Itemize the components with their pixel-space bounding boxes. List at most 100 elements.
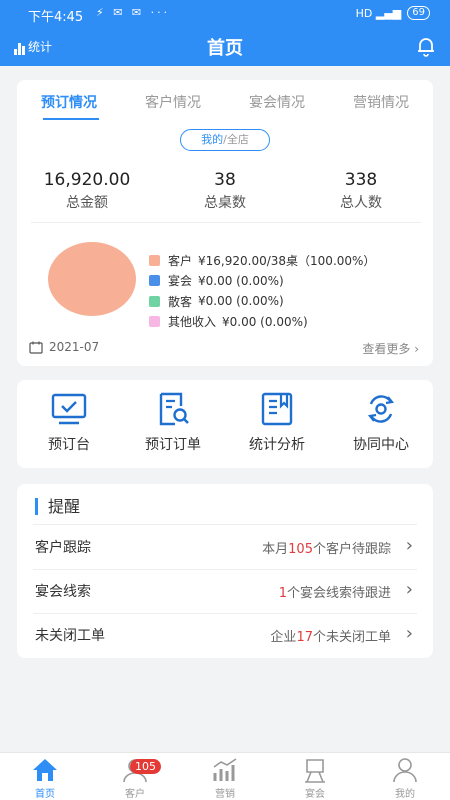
legend-item: 散客 ¥0.00 (0.00%) [149,291,375,312]
reminder-label: 未关闭工单 [35,628,105,644]
stat-label: 总人数 [340,195,382,211]
summary-card: 预订情况 客户情况 宴会情况 营销情况 我的/全店 16,920.00 总金额 … [17,80,433,366]
banquet-icon [305,759,325,783]
page-title: 首页 [207,38,243,59]
tab-marketing[interactable]: 营销情况 [329,92,433,112]
notification-icons: ⚡ ✉ ✉ ··· [96,6,171,19]
reminder-count: 1 [278,586,287,601]
home-icon [33,759,57,781]
pie-chart [48,242,136,316]
legend-item: 宴会 ¥0.00 (0.00%) [149,271,375,292]
stat-value: 338 [344,170,378,190]
customer-count-badge: 105 [130,759,161,774]
reminder-label: 客户跟踪 [35,540,91,556]
view-more-label: 查看更多 [362,342,411,356]
legend-item: 客户 ¥16,920.00/38桌（100.00%） [149,250,375,271]
reminder-suffix: 个宴会线索待跟进 [286,586,391,601]
top-app-bar: 下午4:45 ⚡ ✉ ✉ ··· HD ▂▄▆ 69 统计 首页 [0,0,450,66]
quick-action-statistics[interactable]: 统计分析 [225,392,329,454]
stat-value: 38 [214,170,236,190]
reminder-count: 105 [288,542,313,557]
nav-label: 客户 [125,789,145,800]
quick-action-label: 预订订单 [145,437,201,453]
reminder-row-open-tickets[interactable]: 未关闭工单 企业17个未关闭工单 › [17,613,433,657]
reminder-prefix: 本月 [262,542,289,557]
scope-toggle[interactable]: 我的/全店 [180,129,270,151]
reminder-description: 企业17个未关闭工单 [270,626,391,645]
nav-label: 营销 [215,789,235,800]
chevron-right-icon: › [405,623,413,644]
stat-total-tables: 38 总桌数 [155,170,295,212]
divider [31,222,421,223]
bottom-nav: 首页 客户 营销 宴会 我的 105 [0,752,450,800]
tab-banquet[interactable]: 宴会情况 [225,92,329,112]
stat-label: 总桌数 [204,195,246,211]
legend-swatch [149,316,160,328]
signal-icon: HD ▂▄▆ [355,6,402,20]
reminder-suffix: 个未关闭工单 [312,630,391,645]
legend-swatch [149,254,160,266]
battery-icon: 69 [407,6,430,20]
reminder-description: 1个宴会线索待跟进 [279,582,391,601]
date-label: 2021-07 [49,340,100,354]
reminder-prefix: 企业 [270,630,297,645]
stat-value: 16,920.00 [43,170,131,190]
legend-value: ¥16,920.00/38桌（100.00%） [198,253,376,268]
nav-marketing[interactable]: 营销 [180,757,270,800]
chevron-right-icon: › [414,342,419,356]
status-bar: 下午4:45 ⚡ ✉ ✉ ··· HD ▂▄▆ 69 [0,0,450,28]
quick-action-label: 协同中心 [353,437,409,453]
legend-item: 其他收入 ¥0.00 (0.00%) [149,312,375,333]
legend-value: ¥0.00 (0.00%) [198,294,284,309]
profile-icon [393,758,417,783]
reminder-row-customer-tracking[interactable]: 客户跟踪 本月105个客户待跟踪 › [17,525,433,569]
legend-label: 散客 [168,294,193,309]
view-more-link[interactable]: 查看更多 › [362,340,419,357]
chart-legend: 客户 ¥16,920.00/38桌（100.00%） 宴会 ¥0.00 (0.00%)… [149,250,375,332]
stat-total-amount: 16,920.00 总金额 [17,170,157,212]
tab-customer[interactable]: 客户情况 [121,92,225,112]
nav-label: 首页 [35,789,55,800]
quick-action-label: 统计分析 [249,437,305,453]
legend-value: ¥0.00 (0.00%) [198,273,284,288]
chevron-right-icon: › [405,535,413,556]
nav-row: 统计 首页 [0,30,450,64]
scope-all-store[interactable]: 全店 [227,133,249,146]
reminder-label: 宴会线索 [35,584,91,600]
stat-total-people: 338 总人数 [291,170,431,212]
reminder-description: 本月105个客户待跟踪 [262,538,391,557]
quick-action-label: 预订台 [48,437,90,453]
reminder-count: 17 [296,630,313,645]
monitor-check-icon [51,393,87,425]
nav-label: 我的 [395,789,415,800]
active-tab-indicator [43,118,99,120]
status-time: 下午4:45 [28,10,84,25]
stat-label: 总金额 [66,195,108,211]
quick-action-collaboration[interactable]: 协同中心 [329,392,433,454]
tab-booking[interactable]: 预订情况 [17,92,121,112]
reminders-card: 提醒 客户跟踪 本月105个客户待跟踪 › 宴会线索 1个宴会线索待跟进 › 未… [17,484,433,658]
quick-action-booking-desk[interactable]: 预订台 [17,392,121,454]
nav-home[interactable]: 首页 [0,757,90,800]
scope-mine[interactable]: 我的 [201,133,223,146]
sync-gear-icon [367,395,395,423]
nav-profile[interactable]: 我的 [360,757,450,800]
legend-swatch [149,295,160,307]
legend-label: 宴会 [168,274,193,289]
date-selector[interactable]: 2021-07 [29,340,99,354]
report-book-icon [261,392,293,426]
nav-label: 宴会 [305,789,325,800]
marketing-icon [213,758,237,781]
quick-action-booking-orders[interactable]: 预订订单 [121,392,225,454]
nav-banquet[interactable]: 宴会 [270,757,360,800]
reminder-row-banquet-leads[interactable]: 宴会线索 1个宴会线索待跟进 › [17,569,433,613]
legend-label: 客户 [168,253,193,268]
status-indicators: HD ▂▄▆ 69 [356,6,430,20]
reminders-title: 提醒 [35,498,80,515]
chevron-right-icon: › [405,579,413,600]
legend-swatch [149,275,160,287]
bell-icon[interactable] [414,34,438,58]
quick-actions-card: 预订台 预订订单 统计分析 协同中心 [17,380,433,468]
calendar-icon [29,341,43,354]
legend-value: ¥0.00 (0.00%) [222,314,308,329]
